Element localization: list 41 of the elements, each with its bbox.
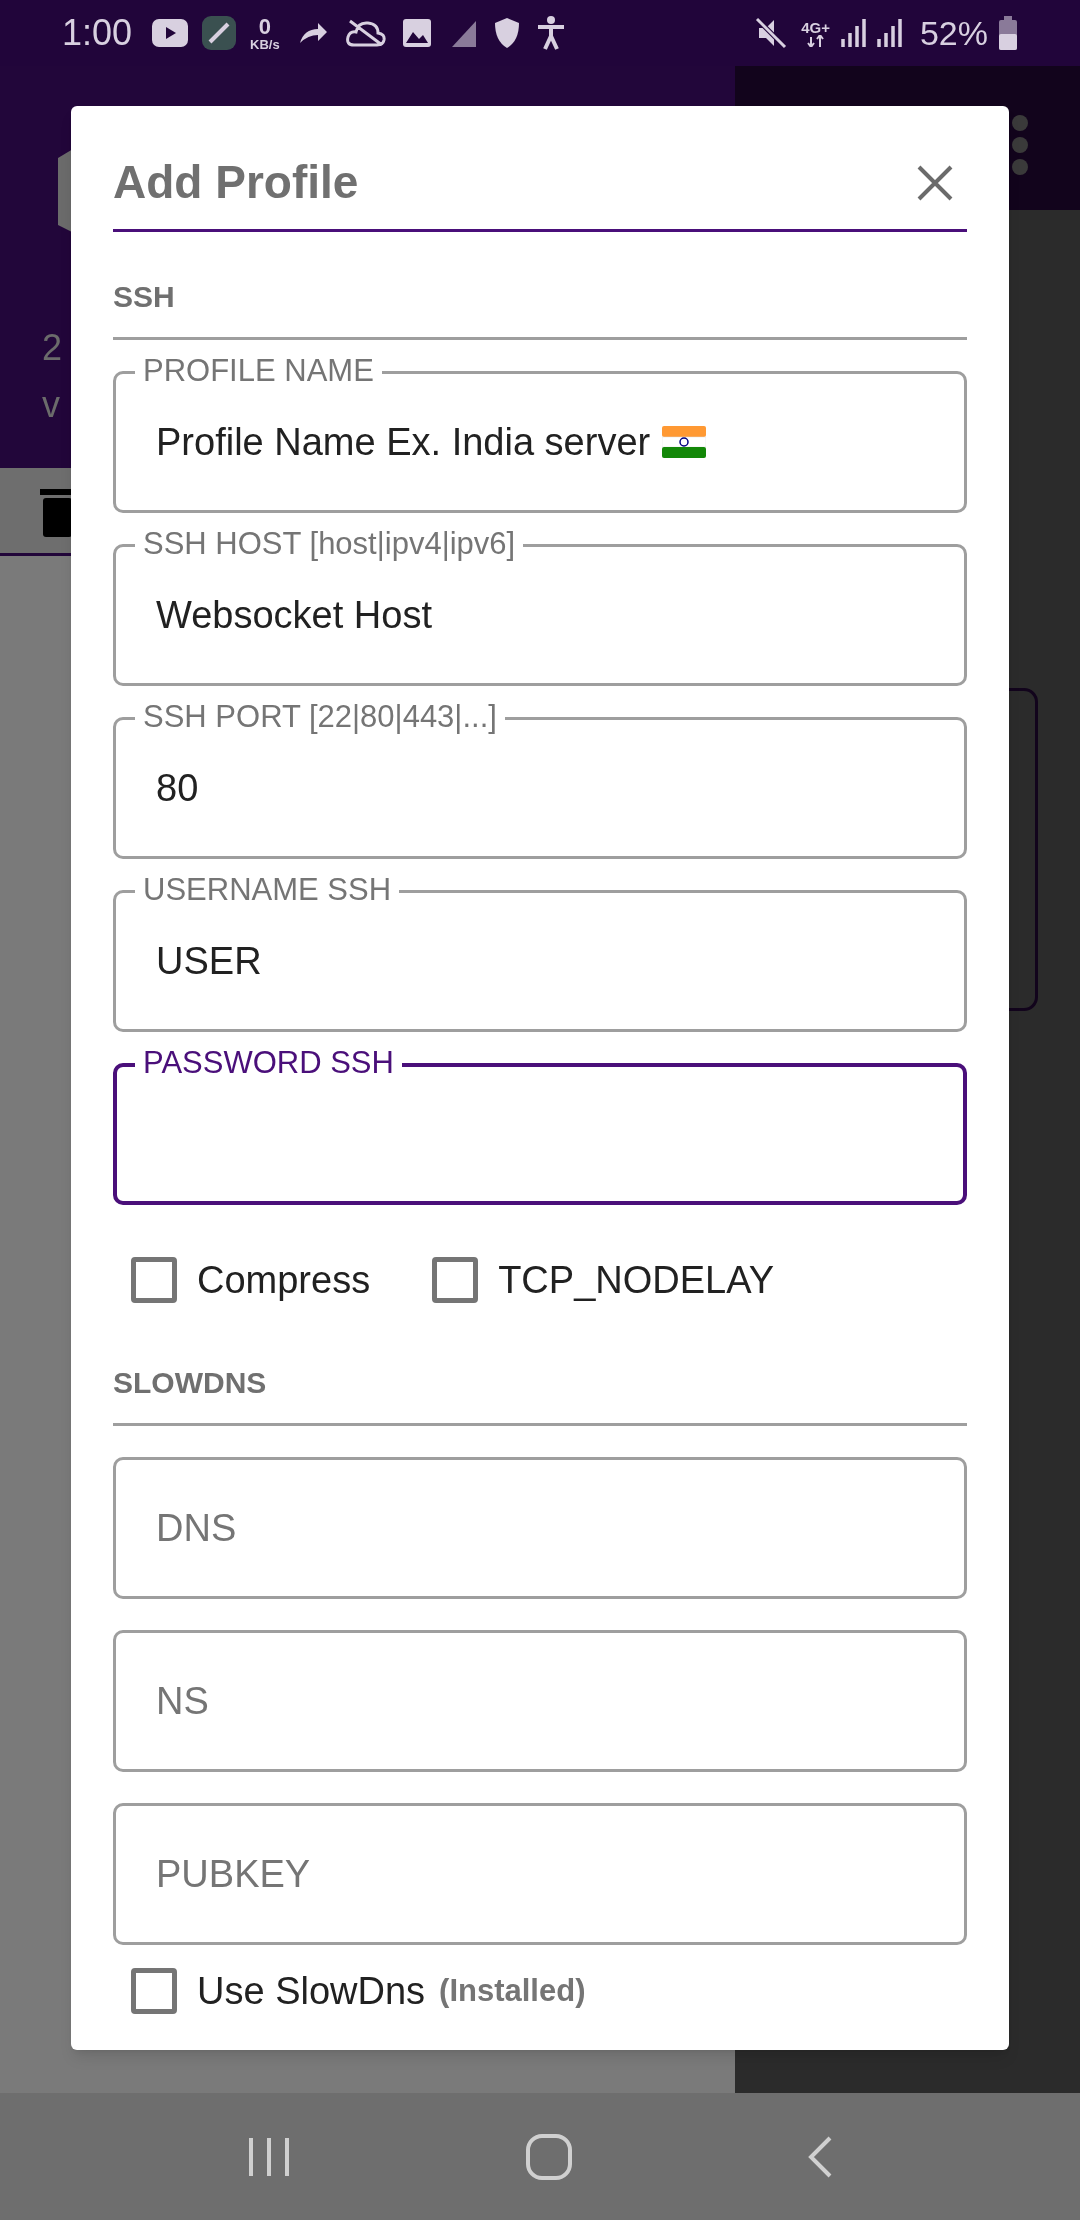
signal-icon	[839, 17, 868, 49]
field-value: Profile Name Ex. India server	[156, 419, 651, 465]
field-placeholder: NS	[156, 1678, 209, 1724]
network-type: 4G+	[801, 19, 830, 35]
checkbox-label: Use SlowDns	[197, 1968, 426, 2014]
field-placeholder: PUBKEY	[156, 1851, 311, 1897]
recents-icon[interactable]	[247, 2135, 291, 2178]
signal-icon	[875, 17, 904, 49]
field-value: USER	[156, 938, 262, 984]
checkbox-label: TCP_NODELAY	[498, 1257, 775, 1303]
battery-icon	[998, 16, 1018, 50]
cloud-off-icon	[345, 19, 386, 47]
mute-icon	[755, 17, 788, 49]
section-title: SSH	[113, 279, 175, 315]
version-text: v	[42, 387, 60, 423]
section-title: SLOWDNS	[113, 1365, 267, 1401]
field-value: 80	[156, 765, 199, 811]
input-field[interactable]: DNS	[113, 1457, 967, 1599]
dialog-title: Add Profile	[113, 155, 359, 210]
checkbox-label: Compress	[197, 1257, 371, 1303]
speed-unit: KB/s	[250, 37, 280, 51]
share-icon	[297, 21, 328, 45]
clock-text: 1:00	[62, 11, 133, 55]
home-icon[interactable]	[525, 2132, 573, 2181]
play-icon	[152, 19, 189, 47]
checkbox[interactable]	[131, 1257, 177, 1303]
input-field[interactable]: PUBKEY	[113, 1803, 967, 1945]
checkbox[interactable]	[131, 1968, 177, 2014]
field-value: Websocket Host	[156, 592, 432, 638]
accessibility-icon	[535, 16, 566, 50]
checkbox[interactable]	[432, 1257, 479, 1303]
speed-value: 0	[258, 15, 271, 38]
checkbox-note: (Installed)	[439, 1971, 586, 2010]
data-arrows-icon	[806, 34, 825, 47]
field-placeholder: DNS	[156, 1505, 237, 1551]
image-icon	[401, 18, 432, 48]
battery-text: 52%	[919, 12, 988, 54]
input-field[interactable]: NS	[113, 1630, 967, 1772]
close-icon[interactable]	[917, 164, 953, 201]
back-icon[interactable]	[807, 2134, 833, 2179]
version-text: 2	[42, 330, 63, 366]
